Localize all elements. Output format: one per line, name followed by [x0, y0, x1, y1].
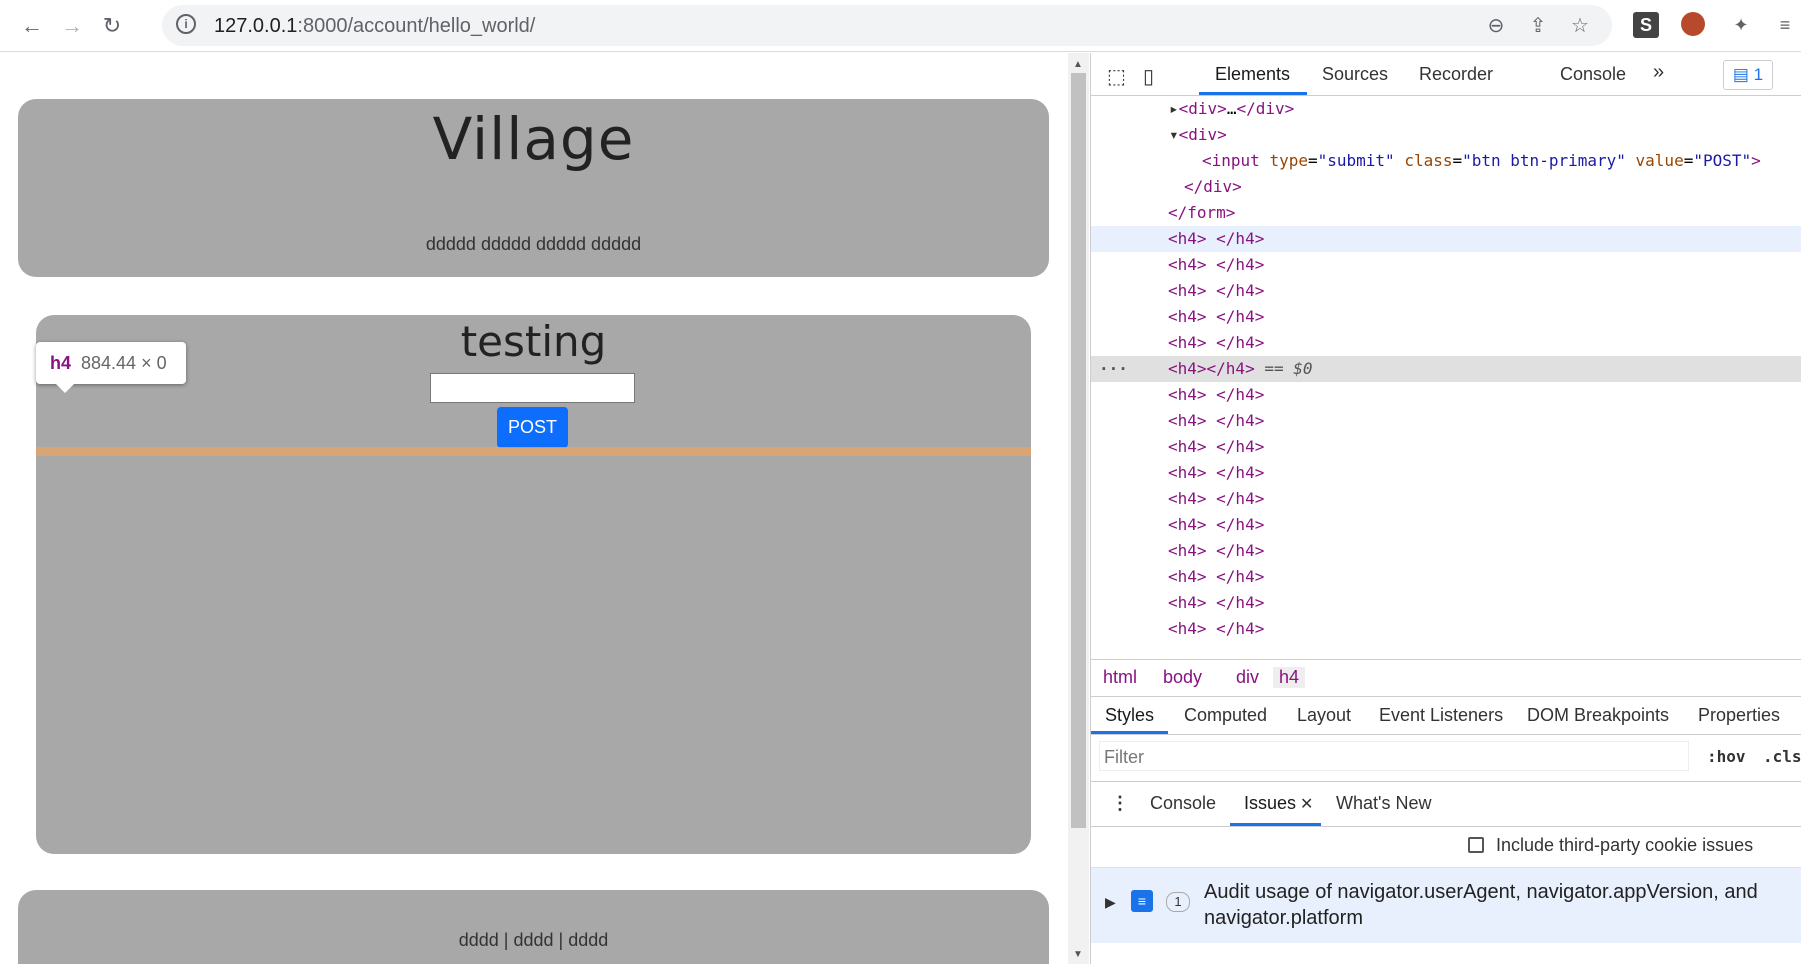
dom-node-h4[interactable]: <h4> </h4> [1091, 252, 1801, 278]
node-actions-icon[interactable]: ··· [1099, 356, 1128, 382]
tab-console[interactable]: Console [1560, 64, 1626, 85]
post-button[interactable]: POST [497, 407, 568, 448]
dom-node-h4[interactable]: <h4> </h4> [1091, 226, 1801, 252]
styles-tabbar: Styles Computed Layout Event Listeners D… [1091, 696, 1801, 735]
dom-node-h4[interactable]: <h4> </h4> [1091, 382, 1801, 408]
dom-node-form-close[interactable]: </form> [1091, 200, 1801, 226]
h4-inspect-highlight [36, 447, 1031, 456]
zoom-icon[interactable]: ⊖ [1483, 13, 1509, 39]
cls-toggle[interactable]: .cls [1763, 747, 1801, 766]
active-tab-indicator [1199, 92, 1307, 95]
cookie-issues-row: Include third-party cookie issues [1091, 825, 1801, 868]
page-viewport: Village ddddd ddddd ddddd ddddd testing … [0, 53, 1068, 964]
elements-tree: ▸<div>…</div> ▾<div> <input type="submit… [1091, 96, 1801, 659]
dom-node-div-close[interactable]: </div> [1091, 174, 1801, 200]
issues-badge[interactable]: ▤ 1 [1723, 60, 1773, 90]
tab-layout[interactable]: Layout [1297, 705, 1351, 726]
tooltip-dimensions: 884.44 × 0 [81, 353, 167, 373]
tab-properties[interactable]: Properties [1698, 705, 1780, 726]
issue-text: Audit usage of navigator.userAgent, navi… [1204, 881, 1758, 929]
inspect-element-icon[interactable]: ⬚ [1107, 64, 1126, 89]
back-icon[interactable]: ← [16, 10, 48, 42]
breadcrumb-h4[interactable]: h4 [1273, 667, 1306, 688]
footer-card: dddd | dddd | dddd [18, 890, 1049, 964]
cookie-label: Include third-party cookie issues [1496, 835, 1754, 855]
dom-node-h4[interactable]: <h4> </h4> [1091, 330, 1801, 356]
reload-icon[interactable]: ↻ [96, 10, 128, 42]
tooltip-tag: h4 [50, 353, 72, 373]
third-party-cookie-checkbox[interactable] [1468, 837, 1484, 853]
styles-filter-input[interactable]: Filter [1099, 741, 1689, 771]
expand-arrow-icon[interactable]: ▶ [1105, 894, 1116, 911]
breadcrumb: html body div h4 [1091, 659, 1801, 697]
dom-node-h4[interactable]: <h4> </h4> [1091, 616, 1801, 642]
hov-toggle[interactable]: :hov [1707, 747, 1746, 766]
tab-elements[interactable]: Elements [1215, 64, 1290, 85]
drawer-tabbar: ⋮ Console Issues ✕ What's New [1091, 781, 1801, 827]
devtools-panel: ⬚ ▯ Elements Sources Recorder Console » … [1090, 53, 1801, 964]
village-subtitle: ddddd ddddd ddddd ddddd [425, 234, 642, 254]
village-header-card: Village ddddd ddddd ddddd ddddd [18, 99, 1049, 277]
bookmark-star-icon[interactable]: ☆ [1567, 13, 1593, 39]
devtools-tabbar: ⬚ ▯ Elements Sources Recorder Console » … [1091, 53, 1801, 96]
address-bar[interactable]: i 127.0.0.1:8000/account/hello_world/ ⊖ … [162, 5, 1612, 46]
dom-node-h4[interactable]: <h4> </h4> [1091, 460, 1801, 486]
more-tabs-icon[interactable]: » [1653, 61, 1664, 84]
url-path: :8000/account/hello_world/ [297, 15, 536, 37]
dom-node-h4[interactable]: <h4> </h4> [1091, 590, 1801, 616]
tab-event-listeners[interactable]: Event Listeners [1379, 705, 1503, 726]
issue-item[interactable]: ▶ ≡ 1 Audit usage of navigator.userAgent… [1091, 868, 1801, 943]
post-text-input[interactable] [430, 373, 635, 403]
inspect-tooltip: h4 884.44 × 0 [36, 342, 186, 384]
url-host: 127.0.0.1 [214, 15, 298, 37]
dom-node-h4[interactable]: <h4> </h4> [1091, 278, 1801, 304]
dom-node-h4[interactable]: <h4> </h4> [1091, 408, 1801, 434]
tab-recorder[interactable]: Recorder [1419, 64, 1493, 85]
close-icon[interactable]: ✕ [1300, 794, 1313, 814]
dom-node-h4[interactable]: <h4> </h4> [1091, 538, 1801, 564]
drawer-tab-issues[interactable]: Issues [1244, 793, 1296, 814]
breadcrumb-body[interactable]: body [1163, 667, 1202, 688]
drawer-tab-console[interactable]: Console [1150, 793, 1216, 814]
extensions-puzzle-icon[interactable]: ✦ [1728, 12, 1754, 38]
drawer-menu-icon[interactable]: ⋮ [1111, 793, 1129, 814]
issues-badge-count: 1 [1753, 65, 1764, 84]
tab-sources[interactable]: Sources [1322, 64, 1388, 85]
extension-s-icon[interactable]: S [1633, 12, 1659, 38]
village-title: Village [432, 105, 635, 173]
dom-node-h4[interactable]: <h4> </h4> [1091, 434, 1801, 460]
forward-icon[interactable]: → [56, 10, 88, 42]
tooltip-arrow [56, 384, 74, 393]
scroll-down-icon[interactable]: ▼ [1073, 949, 1083, 960]
testing-card: testing POST [36, 315, 1031, 854]
info-icon[interactable]: i [176, 14, 196, 34]
tab-styles[interactable]: Styles [1105, 705, 1154, 726]
dom-node-div[interactable]: ▾<div> [1091, 122, 1801, 148]
issue-message-icon: ≡ [1131, 890, 1153, 912]
issue-count-badge: 1 [1166, 892, 1190, 912]
dom-node-h4[interactable]: <h4> </h4> [1091, 564, 1801, 590]
dom-node-h4[interactable]: <h4> </h4> [1091, 512, 1801, 538]
dom-node-h4[interactable]: <h4> </h4> [1091, 486, 1801, 512]
scroll-thumb[interactable] [1071, 73, 1086, 828]
page-scrollbar[interactable]: ▲ ▼ [1068, 53, 1089, 964]
breadcrumb-div[interactable]: div [1236, 667, 1259, 688]
browser-toolbar: ← → ↻ i 127.0.0.1:8000/account/hello_wor… [0, 0, 1801, 52]
scroll-up-icon[interactable]: ▲ [1073, 59, 1083, 70]
tab-computed[interactable]: Computed [1184, 705, 1267, 726]
device-toolbar-icon[interactable]: ▯ [1143, 64, 1154, 89]
url-text[interactable]: 127.0.0.1:8000/account/hello_world/ [214, 15, 535, 38]
styles-active-indicator [1091, 731, 1168, 734]
dom-node-input[interactable]: <input type="submit" class="btn btn-prim… [1091, 148, 1801, 174]
reading-list-icon[interactable]: ≡ [1772, 12, 1798, 38]
drawer-tab-whats-new[interactable]: What's New [1336, 793, 1431, 814]
footer-links[interactable]: dddd | dddd | dddd [18, 930, 1049, 951]
dom-node-h4-selected[interactable]: ··· <h4></h4> == $0 [1091, 356, 1801, 382]
dom-node-collapsed-div[interactable]: ▸<div>…</div> [1091, 96, 1801, 122]
profile-avatar[interactable] [1681, 12, 1705, 36]
tab-dom-breakpoints[interactable]: DOM Breakpoints [1527, 705, 1669, 726]
dom-node-h4[interactable]: <h4> </h4> [1091, 304, 1801, 330]
share-icon[interactable]: ⇪ [1525, 13, 1551, 39]
breadcrumb-html[interactable]: html [1103, 667, 1137, 688]
